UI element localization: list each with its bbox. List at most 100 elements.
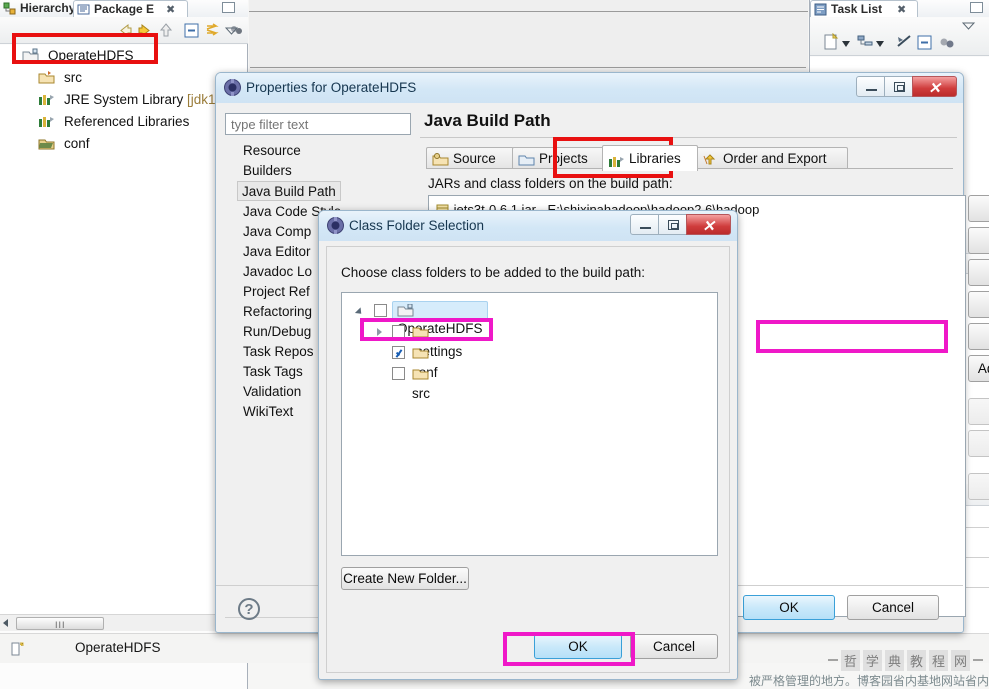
watermark-char: 教 [906, 649, 926, 671]
tab-libraries[interactable]: Libraries [602, 145, 698, 171]
library-icon [38, 92, 55, 107]
editor-canvas[interactable] [250, 13, 806, 68]
checkbox[interactable] [392, 325, 405, 338]
nav-item-label: Java Editor [243, 244, 311, 259]
tree-item-referenced-libraries-label: Referenced Libraries [64, 114, 190, 129]
up-arrow-icon[interactable] [157, 21, 176, 40]
new-task-icon[interactable] [822, 32, 841, 55]
watermark-subtitle: 被严格管理的地方。博客园省内基地网站省内 [748, 674, 989, 688]
maximize-view-icon[interactable] [970, 2, 983, 13]
maximize-button[interactable] [658, 214, 687, 235]
properties-cancel-button[interactable]: Cancel [847, 595, 939, 620]
explorer-horizontal-scrollbar[interactable]: III [0, 614, 247, 631]
help-button[interactable]: ? [238, 598, 260, 620]
edit-button: Edit... [968, 398, 989, 425]
view-chevron-icon[interactable] [961, 20, 976, 34]
back-arrow-icon[interactable] [115, 21, 134, 40]
window-controls: ✕ [856, 76, 957, 97]
nav-item-task-repositories[interactable]: Task Repos [239, 342, 318, 362]
add-jars-button[interactable]: Add JARs... [968, 195, 989, 222]
nav-item-label: Refactoring [243, 304, 313, 319]
nav-item-resource[interactable]: Resource [239, 141, 305, 161]
close-icon[interactable]: ✖ [897, 2, 906, 18]
add-variable-button[interactable]: Add Variable... [968, 259, 989, 286]
add-class-folder-button[interactable]: Add Class Folder... [968, 323, 989, 350]
hierarchy-icon [3, 2, 17, 15]
tree-item-jre-label: JRE System Library [64, 92, 188, 107]
nav-item-task-tags[interactable]: Task Tags [239, 362, 307, 382]
minimize-button[interactable] [630, 214, 659, 235]
add-external-class-folder-button[interactable]: Add External Class Folder... [968, 355, 989, 382]
checkbox[interactable] [374, 304, 387, 317]
class-folder-cancel-button[interactable]: Cancel [630, 634, 718, 659]
nav-item-project-references[interactable]: Project Ref [239, 282, 314, 302]
screenshot-root: Hierarchy Package E ✖ OperateHDFS src JR… [0, 0, 989, 689]
checkbox[interactable] [392, 346, 405, 359]
add-external-jars-button[interactable]: Add External JARs... [968, 227, 989, 254]
watermark-char: 网 [950, 649, 970, 671]
library-icon [38, 114, 55, 129]
categorize-icon[interactable] [856, 33, 875, 55]
status-bar-label: OperateHDFS [75, 640, 161, 655]
class-folder-selection-dialog: Class Folder Selection ✕ Choose class fo… [318, 210, 738, 680]
view-menu-icon[interactable] [938, 33, 957, 55]
close-icon[interactable]: ✖ [166, 2, 175, 17]
tab-task-list[interactable]: Task List ✖ [810, 0, 918, 17]
properties-title-bar[interactable]: Properties for OperateHDFS ✕ [216, 73, 963, 103]
class-folder-ok-button[interactable]: OK [534, 634, 622, 659]
nav-item-java-editor[interactable]: Java Editor [239, 242, 315, 262]
folder-icon [38, 136, 55, 151]
tree-row-label: src [412, 386, 430, 401]
tree-row-content: src [412, 364, 430, 404]
folder-tree[interactable]: OperateHDFS .settings src [341, 292, 718, 556]
view-chevron-icon[interactable] [224, 25, 244, 44]
nav-item-validation[interactable]: Validation [239, 382, 305, 402]
tab-projects[interactable]: Projects [512, 147, 604, 169]
checkbox[interactable] [392, 367, 405, 380]
scroll-left-icon[interactable] [3, 619, 8, 627]
nav-item-java-compiler[interactable]: Java Comp [239, 222, 315, 242]
nav-item-wikitext[interactable]: WikiText [239, 402, 297, 422]
package-explorer-toolbar [0, 17, 248, 44]
nav-item-java-build-path[interactable]: Java Build Path [237, 181, 341, 201]
nav-item-builders[interactable]: Builders [239, 161, 296, 181]
focus-on-workweek-icon[interactable] [895, 33, 914, 55]
nav-item-label: Java Build Path [242, 184, 336, 199]
tab-order-and-export-label: Order and Export [723, 151, 827, 166]
maximize-view-icon[interactable] [222, 2, 235, 13]
expander-expanded-icon[interactable] [354, 307, 365, 317]
migrate-jar-file-button: Migrate JAR File... [968, 473, 989, 500]
chevron-down-icon[interactable] [876, 37, 885, 51]
tab-package-explorer[interactable]: Package E ✖ [73, 0, 188, 17]
nav-item-refactoring[interactable]: Refactoring [239, 302, 316, 322]
create-new-folder-button[interactable]: Create New Folder... [341, 567, 469, 590]
tab-source[interactable]: Source [426, 147, 514, 169]
filter-input[interactable] [225, 113, 411, 135]
source-folder-icon [38, 70, 55, 85]
watermark: 哲 学 典 教 程 网 [827, 649, 983, 671]
close-button[interactable]: ✕ [686, 214, 731, 235]
build-path-button-column: Add JARs... Add External JARs... Add Var… [968, 195, 989, 505]
close-button[interactable]: ✕ [912, 76, 957, 97]
folder-icon [412, 327, 429, 338]
tab-order-and-export[interactable]: Order and Export [696, 147, 848, 169]
collapse-all-icon[interactable] [915, 33, 934, 55]
collapse-all-icon[interactable] [182, 21, 201, 40]
tab-task-list-label: Task List [831, 2, 883, 16]
project-tree: OperateHDFS src JRE System Library [jdk1… [0, 45, 247, 615]
add-library-button[interactable]: Add Library... [968, 291, 989, 318]
class-folder-title-bar[interactable]: Class Folder Selection ✕ [319, 211, 737, 241]
projects-tab-icon [518, 152, 535, 166]
watermark-char: 典 [884, 649, 904, 671]
chevron-down-icon[interactable] [842, 37, 851, 51]
tree-item-src-label: src [64, 70, 82, 85]
nav-item-run-debug[interactable]: Run/Debug [239, 322, 315, 342]
link-with-editor-icon[interactable] [203, 21, 222, 40]
maximize-button[interactable] [884, 76, 913, 97]
properties-ok-button[interactable]: OK [743, 595, 835, 620]
forward-arrow-icon[interactable] [136, 21, 155, 40]
expander-collapsed-icon[interactable] [377, 328, 382, 336]
nav-item-javadoc-location[interactable]: Javadoc Lo [239, 262, 316, 282]
minimize-button[interactable] [856, 76, 885, 97]
watermark-bar [973, 659, 983, 661]
